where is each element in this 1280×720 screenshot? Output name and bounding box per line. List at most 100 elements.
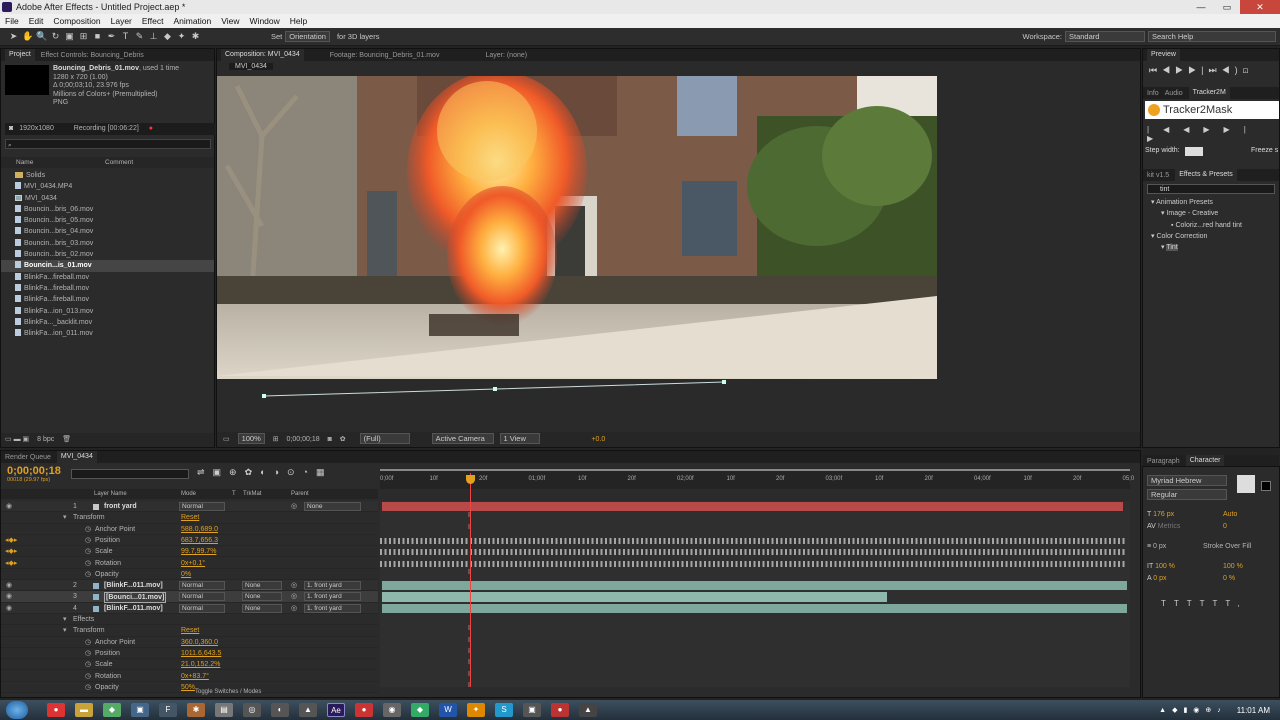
rectangle-tool-icon[interactable]: ■ (92, 31, 103, 42)
property-row[interactable]: ▾ Transform Reset (1, 512, 378, 524)
stopwatch-icon[interactable]: ◷ (85, 648, 91, 659)
roto-tool-icon[interactable]: ✦ (176, 31, 187, 42)
layer-row[interactable]: ◉ 1 front yard Normal ◎ None (1, 501, 378, 513)
eye-icon[interactable]: ◉ (6, 501, 12, 512)
header-layer-name[interactable]: Layer Name (94, 489, 127, 499)
stroke-type-dropdown[interactable]: Stroke Over Fill (1203, 543, 1251, 550)
list-item[interactable]: BlinkFa...fireball.mov (1, 283, 214, 294)
property-value[interactable]: Reset (181, 512, 199, 523)
stopwatch-icon[interactable]: ◷ (85, 682, 91, 693)
menu-item-effect[interactable]: Effect (137, 16, 169, 26)
word-icon[interactable]: W (439, 703, 457, 717)
property-row[interactable]: ◷ Position 1011.6,643.5 (1, 648, 378, 660)
eye-icon[interactable]: ◉ (6, 603, 12, 614)
explorer-icon[interactable]: ▬ (75, 703, 93, 717)
tab-layer[interactable]: Layer: (none) (485, 52, 527, 59)
menu-item-view[interactable]: View (216, 16, 244, 26)
menu-item-layer[interactable]: Layer (106, 16, 137, 26)
property-row[interactable]: ◷ Scale 21.0,152.2% (1, 659, 378, 671)
zoom-dropdown[interactable]: 100% (237, 433, 265, 444)
new-comp-icon[interactable]: ▣ (23, 436, 30, 443)
app-icon-15[interactable]: ▲ (579, 703, 597, 717)
layer-row[interactable]: ◉ 4 [BlinkF...011.mov] Normal None ◎ 1. front … (1, 602, 378, 614)
app-icon-6[interactable]: ◎ (243, 703, 261, 717)
property-row[interactable]: ◷ Opacity 50% (1, 682, 378, 694)
property-value[interactable]: 683.7,656.3 (181, 535, 218, 546)
property-row[interactable]: ◷ ◂◆▸ Position 683.7,656.3 (1, 535, 378, 547)
col-name[interactable]: Name (16, 157, 33, 168)
property-value[interactable]: 588.0,689.0 (181, 524, 218, 535)
stroke-width-value[interactable]: 0 px (1153, 543, 1166, 550)
clone-tool-icon[interactable]: ⊥ (148, 31, 159, 42)
grid-icon[interactable]: ⊞ (273, 436, 279, 443)
app-icon-7[interactable]: ◐ (271, 703, 289, 717)
hand-tool-icon[interactable]: ✋ (22, 31, 33, 42)
text-style-buttons[interactable]: TTTTTT, (1161, 599, 1248, 608)
parent-dropdown[interactable]: None (304, 502, 361, 511)
disclosure-triangle-icon[interactable]: ▾ (63, 625, 67, 636)
font-dropdown[interactable]: Myriad Hebrew (1147, 475, 1227, 486)
stroke-color-swatch[interactable] (1261, 481, 1271, 491)
layer-duration-bar[interactable] (382, 581, 1127, 591)
list-item[interactable]: Solids (1, 170, 214, 181)
clock[interactable]: 11:01 AM (1237, 706, 1270, 715)
stopwatch-icon[interactable]: ◷ (85, 659, 91, 670)
freeze-button[interactable]: Freeze s (1251, 147, 1278, 154)
trkmat-dropdown[interactable]: None (242, 592, 282, 602)
folder-icon[interactable]: ▬ (14, 436, 21, 443)
font-size-value[interactable]: 176 px (1153, 511, 1174, 518)
horizontal-scale-value[interactable]: 100 % (1223, 563, 1243, 570)
layer-duration-bar[interactable] (382, 592, 887, 602)
search-help-input[interactable]: Search Help (1148, 31, 1276, 42)
keyframe-track[interactable] (380, 537, 1125, 544)
minimize-button[interactable]: — (1188, 0, 1214, 14)
selection-tool-icon[interactable]: ➤ (8, 31, 19, 42)
property-row[interactable]: ◷ Rotation 0x+83.7° (1, 671, 378, 682)
eraser-tool-icon[interactable]: ◆ (162, 31, 173, 42)
app-icon-2[interactable]: ▣ (131, 703, 149, 717)
composition-viewer[interactable] (217, 76, 937, 379)
app-icon-5[interactable]: ▤ (215, 703, 233, 717)
time-ruler[interactable]: 0;00f 10f 20f 01;00f 10f 20f 02;00f 10f 20f 03;00… (380, 469, 1134, 489)
tab-preview[interactable]: Preview (1147, 49, 1180, 61)
kerning-value[interactable]: Metrics (1158, 523, 1181, 530)
header-parent[interactable]: Parent (291, 489, 309, 499)
app-icon-13[interactable]: ▣ (523, 703, 541, 717)
camera-dropdown[interactable]: Active Camera (431, 433, 494, 444)
comp-timecode[interactable]: 0;00;00;18 (287, 436, 320, 443)
list-item[interactable]: Bouncin...bris_04.mov (1, 226, 214, 237)
parent-pickwhip-icon[interactable]: ◎ (291, 501, 297, 512)
menu-item-file[interactable]: File (0, 16, 24, 26)
eye-icon[interactable]: ◉ (6, 580, 12, 591)
maximize-button[interactable]: ▭ (1214, 0, 1240, 14)
property-row[interactable]: ◷ ◂◆▸ Scale 99.7,99.7% (1, 546, 378, 558)
property-value[interactable]: 99.7,99.7% (181, 546, 216, 557)
text-tool-icon[interactable]: T (120, 31, 131, 42)
tab-paragraph[interactable]: Paragraph (1147, 458, 1180, 465)
stopwatch-icon[interactable]: ◷ (85, 637, 91, 648)
list-item[interactable]: BlinkFa...ion_011.mov (1, 328, 214, 339)
list-item[interactable]: MVI_0434.MP4 (1, 181, 214, 192)
header-mode[interactable]: Mode (181, 489, 196, 499)
timeline-timecode[interactable]: 0;00;00;18 (7, 465, 61, 477)
pen-tool-icon[interactable]: ✒ (106, 31, 117, 42)
record-icon[interactable]: ● (149, 125, 153, 132)
trkmat-dropdown[interactable]: None (242, 581, 282, 591)
app-icon-11[interactable]: ◆ (411, 703, 429, 717)
channel-icon[interactable]: ✿ (340, 436, 346, 443)
vertical-scale-value[interactable]: 100 % (1155, 563, 1175, 570)
mode-dropdown[interactable]: Normal (179, 592, 225, 602)
app-icon-10[interactable]: ◉ (383, 703, 401, 717)
eye-icon[interactable]: ◉ (6, 591, 12, 602)
keyframe-nav-icon[interactable]: ◂◆▸ (5, 546, 17, 557)
puppet-tool-icon[interactable]: ✱ (190, 31, 201, 42)
step-width-input[interactable] (1185, 147, 1203, 156)
parent-dropdown[interactable]: 1. front yard (304, 581, 361, 591)
property-row[interactable]: ◷ Anchor Point 360.0,360.0 (1, 637, 378, 648)
tree-item[interactable]: ▾ Color Correction (1145, 231, 1279, 242)
tab-composition[interactable]: Composition: MVI_0434 (221, 49, 304, 61)
project-search-input[interactable]: ⌕ (5, 139, 211, 149)
fill-color-swatch[interactable] (1237, 475, 1255, 493)
keyframe-track[interactable] (380, 560, 1125, 567)
baseline-value[interactable]: 0 px (1153, 575, 1166, 582)
